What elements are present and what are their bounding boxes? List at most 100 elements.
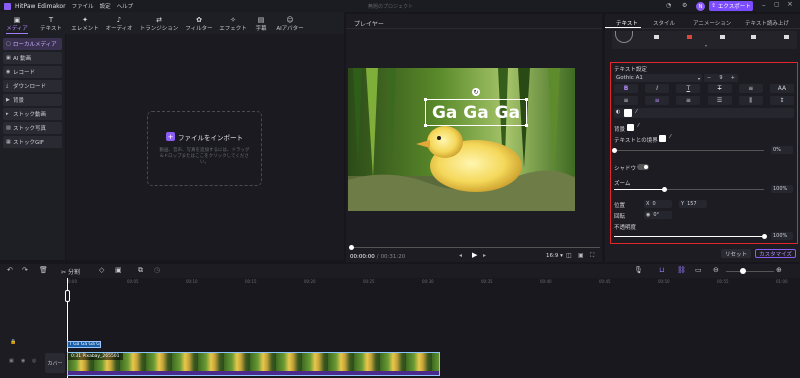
zoom-slider-track[interactable] — [614, 189, 764, 190]
redo-icon[interactable]: ↷ — [22, 266, 28, 274]
account-icon[interactable]: ◔ — [666, 2, 675, 10]
opacity-value[interactable]: 100% — [771, 232, 793, 240]
sidebar-item-stock-gif[interactable]: ▦ ストックGIF — [3, 136, 62, 148]
track-hide-icon[interactable]: ◎ — [32, 358, 36, 364]
border-swatch[interactable] — [659, 135, 666, 142]
rotation-field[interactable]: ◉ 0° — [644, 211, 672, 219]
menu-file[interactable]: ファイル — [72, 2, 94, 10]
eyedropper-icon[interactable]: ⁄ — [638, 123, 639, 129]
text-color-swatch[interactable] — [624, 109, 632, 117]
resize-handle[interactable] — [424, 98, 427, 101]
border-slider-track[interactable] — [614, 150, 764, 151]
playhead-handle[interactable] — [65, 290, 70, 302]
sidebar-item-stock-photo[interactable]: ▨ ストック写真 — [3, 122, 62, 134]
border-slider-knob[interactable] — [612, 148, 617, 153]
eyedropper-icon[interactable]: ⁄ — [636, 109, 637, 115]
sidebar-item-background[interactable]: ▶ 背景 — [3, 94, 62, 106]
link-icon[interactable]: ⛓ — [677, 266, 686, 274]
timeline-zoom-slider[interactable] — [726, 271, 774, 272]
style-preset[interactable] — [784, 35, 789, 39]
font-size-stepper[interactable]: − 9 + — [704, 74, 738, 82]
tab-animation[interactable]: アニメーション — [693, 19, 731, 27]
fullscreen-icon[interactable]: ⛶ — [590, 252, 594, 260]
tool-filter[interactable]: ✿ フィルター — [182, 12, 216, 34]
tool-transition[interactable]: ⇄ トランジション — [136, 12, 182, 34]
increase-icon[interactable]: + — [731, 75, 735, 81]
track-mute-icon[interactable]: ▣ — [9, 358, 14, 364]
video-clip[interactable]: 0:31 Pixabay_265501 — [67, 352, 440, 376]
sidebar-item-download[interactable]: ⤓ ダウンロード — [3, 80, 62, 92]
expand-presets-icon[interactable]: ▾ — [705, 43, 707, 48]
split-button[interactable]: ✂ 分割 — [61, 267, 80, 276]
decrease-icon[interactable]: − — [707, 75, 711, 81]
tab-style[interactable]: スタイル — [653, 19, 675, 27]
bold-icon[interactable]: B — [614, 84, 638, 93]
underline-icon[interactable]: T — [676, 84, 701, 93]
tool-media[interactable]: ▣ メディア — [0, 12, 34, 34]
quality-icon[interactable]: ▣ — [578, 252, 584, 259]
style-preset[interactable] — [751, 35, 756, 39]
menu-settings[interactable]: 設定 — [100, 2, 111, 10]
tool-effect[interactable]: ✧ エフェクト — [216, 12, 250, 34]
tool-text[interactable]: T テキスト — [34, 12, 68, 34]
aspect-ratio-select[interactable]: 16:9 ▾ — [546, 253, 563, 259]
justify-icon[interactable]: ☰ — [707, 96, 732, 105]
pos-x-field[interactable]: X 0 — [644, 200, 672, 208]
zoom-out-icon[interactable]: ⊖ — [713, 266, 719, 274]
magnet-icon[interactable]: ⊔ — [659, 266, 664, 274]
timeline-zoom-knob[interactable] — [740, 268, 746, 274]
tool-subtitle[interactable]: ▤ 字幕 — [250, 12, 272, 34]
zoom-value[interactable]: 100% — [771, 185, 793, 193]
text-clip[interactable]: T Ga Ga Ga G — [67, 341, 101, 348]
text-overlay-box[interactable]: Ga Ga Ga ↻ — [424, 88, 528, 127]
menu-help[interactable]: ヘルプ — [117, 2, 134, 10]
tab-tts[interactable]: テキスト読み上げ — [745, 19, 789, 27]
rotate-handle-icon[interactable]: ↻ — [472, 88, 480, 96]
style-preset[interactable] — [654, 35, 659, 39]
opacity-slider-knob[interactable] — [762, 234, 767, 239]
text-tool-icon[interactable]: ▣ — [115, 266, 122, 274]
sidebar-item-local-media[interactable]: ▢ ローカルメディア — [3, 38, 62, 50]
tab-text[interactable]: テキスト — [616, 19, 638, 27]
border-value[interactable]: 0% — [771, 146, 793, 154]
style-preset[interactable] — [687, 35, 692, 39]
background-swatch[interactable] — [627, 124, 634, 131]
style-preset[interactable] — [615, 31, 633, 43]
lock-icon[interactable]: 🔒 — [10, 339, 16, 345]
tool-ai-avatar[interactable]: ☺ AIアバター — [272, 12, 308, 34]
eyedropper-icon[interactable]: ⁄ — [670, 134, 671, 140]
mic-icon[interactable]: 🎙 — [634, 266, 643, 274]
track-lock-icon[interactable]: ◉ — [21, 358, 25, 364]
avatar[interactable]: N — [696, 2, 705, 11]
crop-icon[interactable]: ⧉ — [138, 266, 143, 275]
align-center-icon[interactable]: ≡ — [645, 96, 670, 105]
next-frame-icon[interactable]: ▸ — [483, 252, 486, 259]
customize-button[interactable]: カスタマイズ — [755, 249, 796, 258]
player-progress-track[interactable] — [350, 247, 600, 248]
vertical-icon[interactable]: ⫼ — [738, 96, 763, 105]
zoom-in-icon[interactable]: ⊕ — [776, 266, 782, 274]
snapshot-icon[interactable]: ◫ — [566, 252, 572, 259]
maximize-icon[interactable]: ▢ — [774, 1, 780, 8]
cover-button[interactable]: カバー — [45, 353, 65, 373]
resize-handle[interactable] — [525, 98, 528, 101]
timeline-ruler[interactable]: 0:00 00:05 00:10 00:15 00:20 00:25 00:30 00:35 0… — [66, 278, 800, 288]
marker-icon[interactable]: ◇ — [99, 266, 104, 274]
resize-handle[interactable] — [525, 124, 528, 127]
pos-y-field[interactable]: Y 157 — [679, 200, 707, 208]
speed-icon[interactable]: ◷ — [154, 266, 160, 274]
resize-handle[interactable] — [424, 124, 427, 127]
shadow-toggle[interactable] — [637, 164, 649, 170]
list-icon[interactable]: ≡ — [738, 84, 763, 93]
export-button[interactable]: ⇪ エクスポート — [709, 1, 753, 11]
sidebar-item-record[interactable]: ◉ レコード — [3, 66, 62, 78]
player-progress-knob[interactable] — [349, 245, 354, 250]
close-icon[interactable]: × — [787, 0, 793, 8]
zoom-slider-knob[interactable] — [661, 187, 667, 192]
spacing-icon[interactable]: ↕ — [769, 96, 794, 105]
opacity-slider-track[interactable] — [614, 236, 764, 237]
sidebar-item-ai-video[interactable]: ▣ AI 動画 — [3, 52, 62, 64]
color-picker-icon[interactable]: ◐ — [616, 109, 620, 115]
sidebar-item-stock-video[interactable]: ▸ ストック動画 — [3, 108, 62, 120]
strikethrough-icon[interactable]: T — [707, 84, 732, 93]
